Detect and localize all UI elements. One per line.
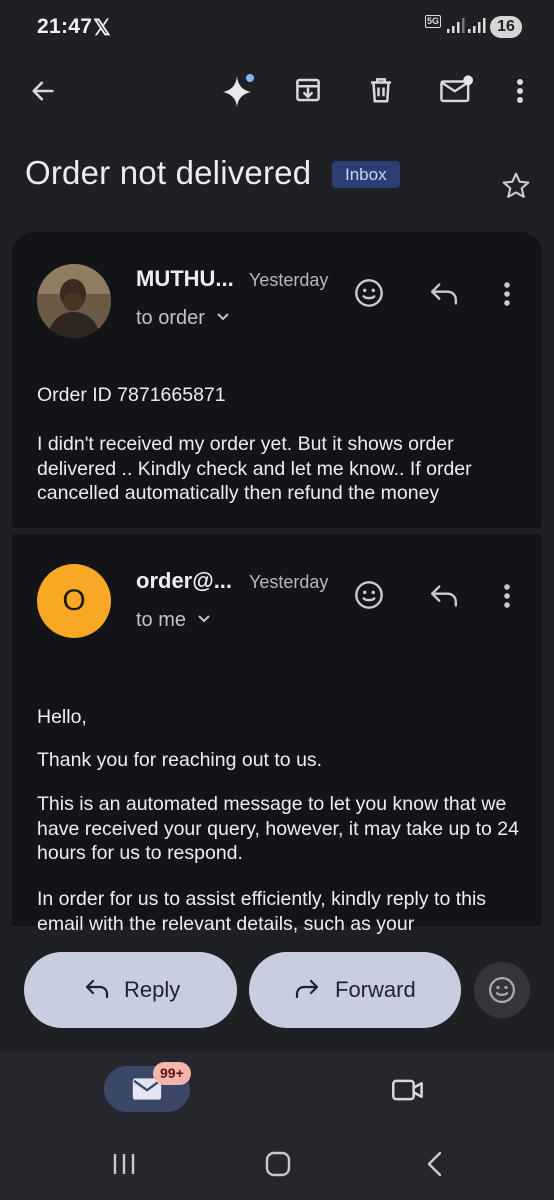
recents-icon[interactable] [106,1146,142,1182]
mark-unread-icon[interactable] [434,69,478,111]
add-reaction-button[interactable] [474,962,530,1018]
gemini-sparkle-icon[interactable] [214,68,260,114]
forward-icon [294,978,320,1006]
back-icon[interactable] [418,1146,452,1182]
avatar-letter: O [62,584,86,617]
message-body-paragraph: I didn't received my order yet. But it s… [37,433,472,504]
recipient-label: to me [136,609,187,631]
battery-indicator: 16 [490,16,522,38]
message-time: Yesterday [249,270,329,290]
archive-icon[interactable] [287,69,329,111]
message-body-paragraph: Thank you for reaching out to us. [37,749,323,771]
reply-label: Reply [124,977,181,1002]
sender-name: order@... [136,568,233,593]
video-camera-icon[interactable] [386,1072,430,1108]
reply-icon[interactable] [424,578,464,614]
forward-button[interactable]: Forward [249,952,461,1028]
reply-icon[interactable] [424,276,464,312]
delete-icon[interactable] [360,69,402,111]
unread-count-badge: 99+ [153,1062,191,1085]
chevron-down-icon [196,609,212,632]
signal-icon [468,18,486,33]
add-reaction-icon[interactable] [350,274,388,312]
forward-label: Forward [335,977,416,1002]
inbox-label-chip[interactable]: Inbox [332,161,400,188]
recipient-details[interactable]: to me [136,609,212,632]
message-time: Yesterday [249,572,329,592]
message-body-line: Order ID 7871665871 [37,384,226,406]
more-vert-icon[interactable] [492,276,522,312]
recipient-details[interactable]: to order [136,307,231,330]
message-body-paragraph: Hello, [37,706,87,728]
recipient-label: to order [136,307,205,329]
message-body-paragraph: In order for us to assist efficiently, k… [37,888,487,935]
email-subject: Order not delivered [25,154,312,191]
sender-name: MUTHU... [136,266,234,291]
x-app-icon: 𝕏 [93,15,111,40]
avatar[interactable]: O [37,564,111,638]
message-card[interactable]: MUTHU... Yesterday to order Order ID 787… [12,232,542,528]
chevron-down-icon [215,307,231,330]
add-reaction-icon[interactable] [350,576,388,614]
message-card[interactable]: O order@... Yesterday to me Hello, Thank… [12,534,542,935]
network-type-badge: 5G [425,15,442,28]
message-body-paragraph: This is an automated message to let you … [37,793,519,864]
avatar[interactable] [37,264,111,338]
status-bar: 21:47 𝕏 5G 16 [0,0,554,56]
signal-icon [447,18,465,33]
more-vert-icon[interactable] [492,578,522,614]
more-vert-icon[interactable] [500,70,540,112]
home-icon[interactable] [258,1146,298,1182]
add-reaction-icon [489,977,515,1003]
back-arrow-icon[interactable] [22,70,64,112]
reply-icon [84,978,110,1006]
reply-button[interactable]: Reply [24,952,237,1028]
top-app-bar [0,56,554,128]
bottom-navigation: 99+ [0,1052,554,1200]
status-time: 21:47 [37,15,93,38]
star-icon[interactable] [500,170,532,207]
